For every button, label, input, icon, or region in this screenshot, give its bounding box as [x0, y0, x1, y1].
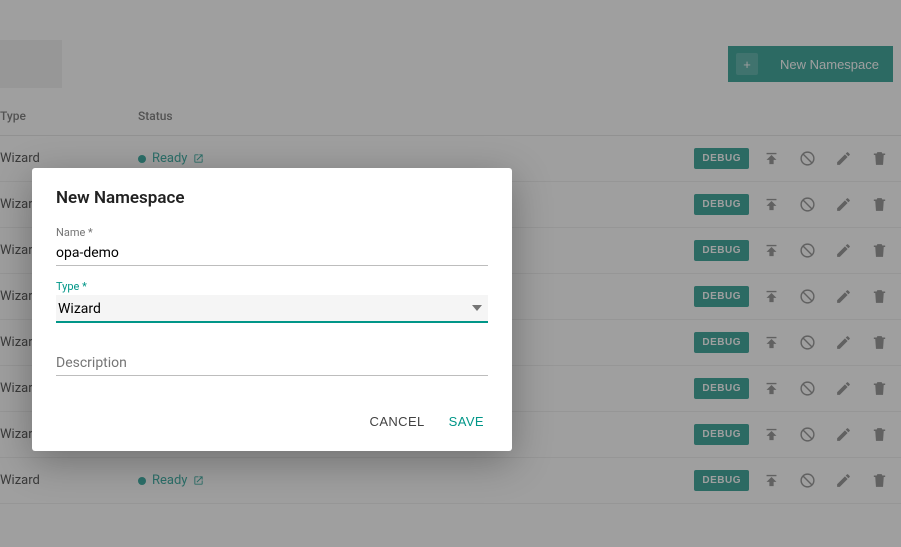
- description-input[interactable]: [56, 345, 488, 376]
- dialog-actions: CANCEL SAVE: [56, 406, 488, 437]
- type-select[interactable]: Wizard: [56, 295, 488, 323]
- type-field: Type * Wizard: [56, 280, 488, 323]
- name-input[interactable]: [56, 241, 488, 266]
- dialog-title: New Namespace: [56, 188, 488, 208]
- save-button[interactable]: SAVE: [445, 406, 488, 437]
- name-label: Name *: [56, 226, 488, 239]
- description-field: [56, 345, 488, 376]
- cancel-button[interactable]: CANCEL: [366, 406, 429, 437]
- type-label: Type *: [56, 280, 488, 293]
- name-field: Name *: [56, 226, 488, 266]
- new-namespace-dialog: New Namespace Name * Type * Wizard CANCE…: [32, 168, 512, 451]
